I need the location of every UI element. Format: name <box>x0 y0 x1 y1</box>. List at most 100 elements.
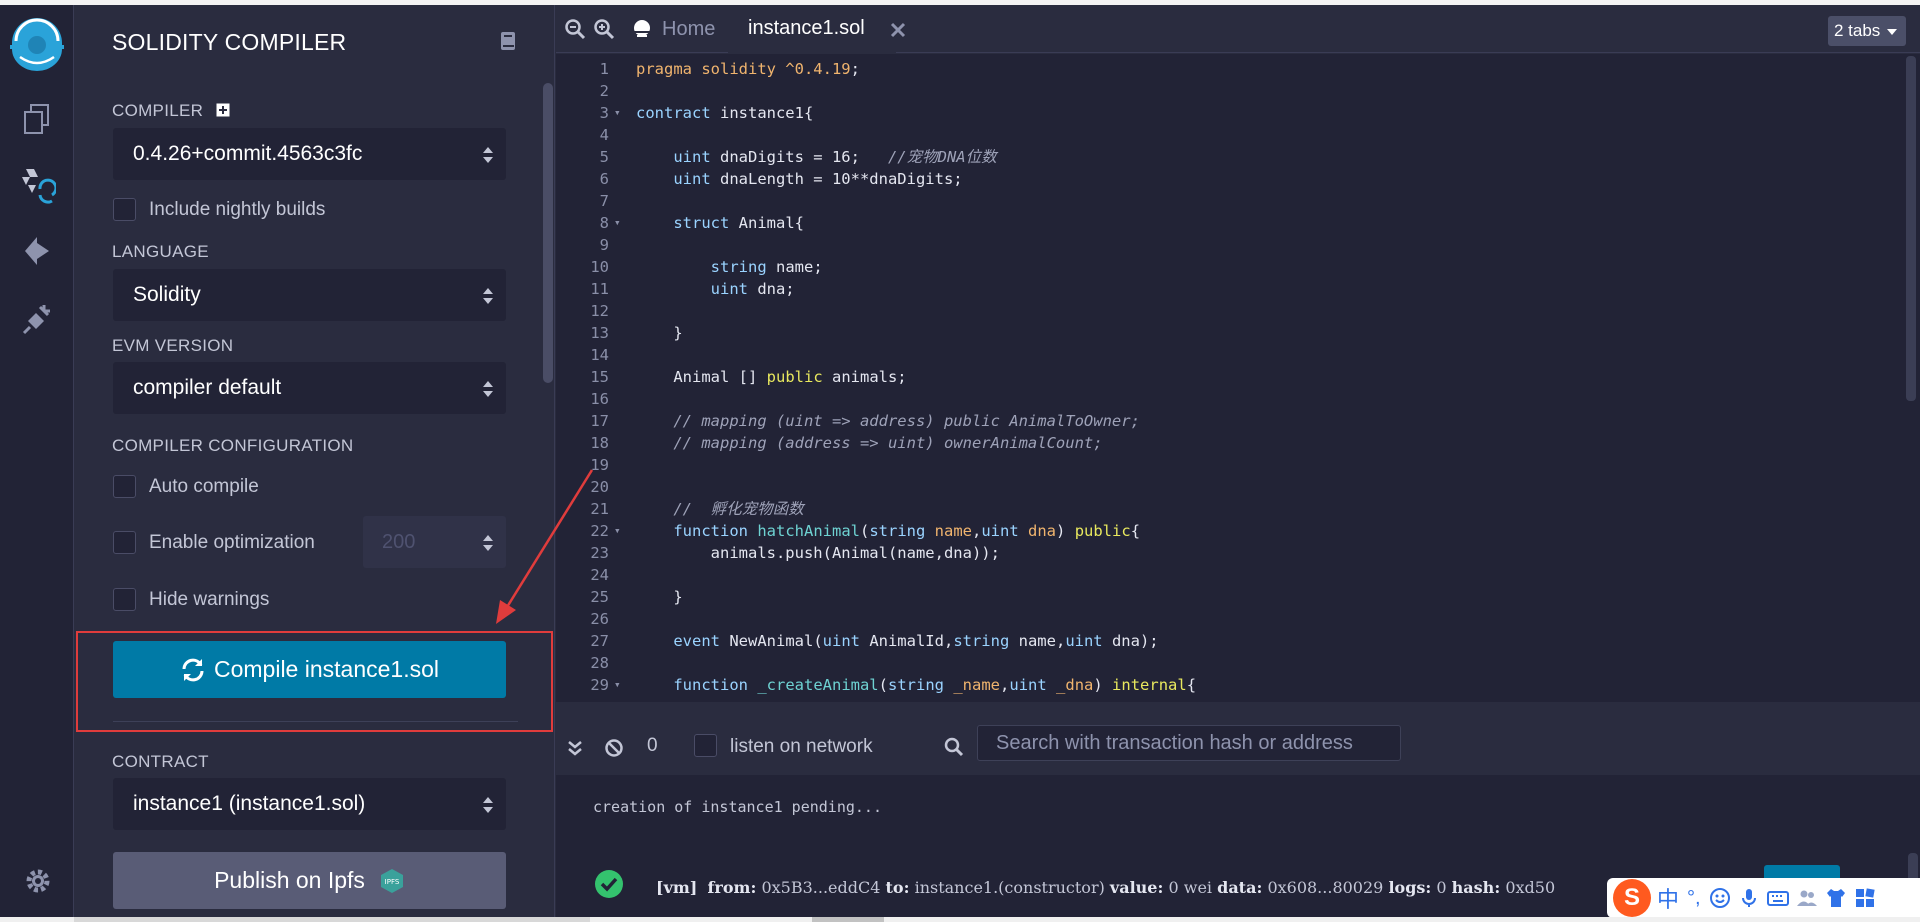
code-line[interactable]: 18 // mapping (address => uint) ownerAni… <box>556 432 1920 454</box>
panel-scrollbar[interactable] <box>543 83 553 383</box>
chevron-double-down-icon[interactable] <box>567 740 583 756</box>
compile-button[interactable]: Compile instance1.sol <box>113 641 506 698</box>
icon-panel <box>0 5 74 917</box>
code-line[interactable]: 27 event NewAnimal(uint AnimalId,string … <box>556 630 1920 652</box>
bottom-scrollbar-thumb[interactable] <box>812 917 884 922</box>
remix-home-icon <box>632 20 652 37</box>
code-line[interactable]: 3 ▾ contract instance1{ <box>556 102 1920 124</box>
checkbox-box[interactable] <box>113 588 136 611</box>
success-check-icon <box>595 870 623 898</box>
code-line[interactable]: 13 } <box>556 322 1920 344</box>
language-label: LANGUAGE <box>112 242 209 261</box>
code-line[interactable]: 16 <box>556 388 1920 410</box>
line-number: 27 <box>590 632 609 650</box>
chevron-down-icon <box>1887 29 1898 35</box>
add-custom-compiler-icon[interactable] <box>216 103 230 117</box>
settings-gear-icon[interactable] <box>24 867 52 895</box>
fold-toggle-icon[interactable]: ▾ <box>614 520 621 542</box>
code-line[interactable]: 24 <box>556 564 1920 586</box>
transaction-log[interactable]: [vm] from: 0x5B3...eddC4 to: instance1.(… <box>656 878 1555 897</box>
transaction-search-input[interactable]: Search with transaction hash or address <box>977 725 1401 761</box>
contract-select[interactable]: instance1 (instance1.sol) <box>113 778 506 830</box>
code-text: function _createAnimal(string _name,uint… <box>673 676 1197 694</box>
code-line[interactable]: 20 <box>556 476 1920 498</box>
shirt-skin-icon[interactable] <box>1825 887 1847 909</box>
checkbox-box[interactable] <box>113 475 136 498</box>
enable-optimization-checkbox[interactable]: Enable optimization <box>113 531 315 554</box>
include-nightly-checkbox[interactable]: Include nightly builds <box>113 198 325 221</box>
code-line[interactable]: 7 <box>556 190 1920 212</box>
code-text: pragma solidity ^0.4.19; <box>636 60 860 78</box>
code-text: } <box>636 324 683 342</box>
documentation-book-icon[interactable] <box>499 30 517 52</box>
microphone-icon[interactable] <box>1738 887 1760 909</box>
clear-console-icon[interactable] <box>604 738 624 758</box>
checkbox-box[interactable] <box>113 198 136 221</box>
zoom-out-icon[interactable] <box>564 18 586 40</box>
code-line[interactable]: 6 uint dnaLength = 10**dnaDigits; <box>556 168 1920 190</box>
solidity-compiler-icon[interactable] <box>17 167 57 207</box>
code-line[interactable]: 25 } <box>556 586 1920 608</box>
code-line[interactable]: 1 pragma solidity ^0.4.19; <box>556 58 1920 80</box>
fold-toggle-icon[interactable]: ▾ <box>614 102 621 124</box>
auto-compile-checkbox[interactable]: Auto compile <box>113 475 259 498</box>
code-text: } <box>636 588 683 606</box>
optimization-runs-input[interactable]: 200 <box>363 516 506 568</box>
refresh-icon <box>182 658 204 681</box>
code-line[interactable]: 4 <box>556 124 1920 146</box>
code-line[interactable]: 23 animals.push(Animal(name,dna)); <box>556 542 1920 564</box>
contract-label: CONTRACT <box>112 752 209 771</box>
file-explorer-icon[interactable] <box>17 99 57 139</box>
code-line[interactable]: 14 <box>556 344 1920 366</box>
code-line[interactable]: 12 <box>556 300 1920 322</box>
line-number: 8 <box>599 214 609 232</box>
remix-logo-icon[interactable] <box>6 17 68 73</box>
checkbox-box[interactable] <box>113 531 136 554</box>
compiler-version-select[interactable]: 0.4.26+commit.4563c3fc <box>113 128 506 180</box>
code-line[interactable]: 11 uint dna; <box>556 278 1920 300</box>
code-line[interactable]: 26 <box>556 608 1920 630</box>
code-line[interactable]: 17 // mapping (uint => address) public A… <box>556 410 1920 432</box>
code-line[interactable]: 21 // 孵化宠物函数 <box>556 498 1920 520</box>
line-number: 16 <box>590 390 609 408</box>
sogou-logo-icon[interactable]: S <box>1613 879 1651 917</box>
fold-toggle-icon[interactable]: ▾ <box>614 212 621 234</box>
publish-ipfs-button[interactable]: Publish on Ipfs IPFS <box>113 852 506 909</box>
code-line[interactable]: 29 ▾ function _createAnimal(string _name,… <box>556 674 1920 696</box>
terminal-toolbar: 0 listen on network Search with transact… <box>556 725 1920 771</box>
keyboard-icon[interactable] <box>1766 887 1789 909</box>
tab-instance1-sol[interactable]: instance1.sol <box>728 5 896 53</box>
evm-version-select[interactable]: compiler default <box>113 362 506 414</box>
code-line[interactable]: 28 <box>556 652 1920 674</box>
close-tab-icon[interactable] <box>890 22 906 38</box>
code-line[interactable]: 22 ▾ function hatchAnimal(string name,uin… <box>556 520 1920 542</box>
deploy-run-icon[interactable] <box>17 231 57 271</box>
code-line[interactable]: 19 <box>556 454 1920 476</box>
line-number: 5 <box>599 148 609 166</box>
line-number: 9 <box>599 236 609 254</box>
code-line[interactable]: 10 string name; <box>556 256 1920 278</box>
ime-punctuation-toggle[interactable]: °, <box>1687 887 1701 910</box>
listen-network-checkbox[interactable] <box>694 734 717 757</box>
tab-home[interactable]: Home <box>630 5 715 53</box>
code-line[interactable]: 8 ▾ struct Animal{ <box>556 212 1920 234</box>
emoji-icon[interactable] <box>1709 887 1731 909</box>
fold-toggle-icon[interactable]: ▾ <box>614 674 621 696</box>
language-select[interactable]: Solidity <box>113 269 506 321</box>
tabs-count-dropdown[interactable]: 2 tabs <box>1828 16 1906 46</box>
hide-warnings-checkbox[interactable]: Hide warnings <box>113 588 269 611</box>
editor-tab-bar: Home instance1.sol 2 tabs <box>556 5 1920 53</box>
code-line[interactable]: 15 Animal [] public animals; <box>556 366 1920 388</box>
code-editor[interactable]: 1 pragma solidity ^0.4.19; 2 3 ▾ contract ins… <box>556 54 1920 702</box>
code-line[interactable]: 2 <box>556 80 1920 102</box>
code-line[interactable]: 5 uint dnaDigits = 16; //宠物DNA位数 <box>556 146 1920 168</box>
compiler-config-label: COMPILER CONFIGURATION <box>112 436 354 455</box>
toolbox-grid-icon[interactable] <box>1854 887 1876 909</box>
plugin-manager-icon[interactable] <box>17 299 57 339</box>
select-arrows-icon <box>483 288 493 304</box>
code-text: struct Animal{ <box>673 214 804 232</box>
zoom-in-icon[interactable] <box>593 18 615 40</box>
code-line[interactable]: 9 <box>556 234 1920 256</box>
ime-language-toggle[interactable]: 中 <box>1657 882 1679 914</box>
user-group-icon[interactable] <box>1796 887 1818 909</box>
